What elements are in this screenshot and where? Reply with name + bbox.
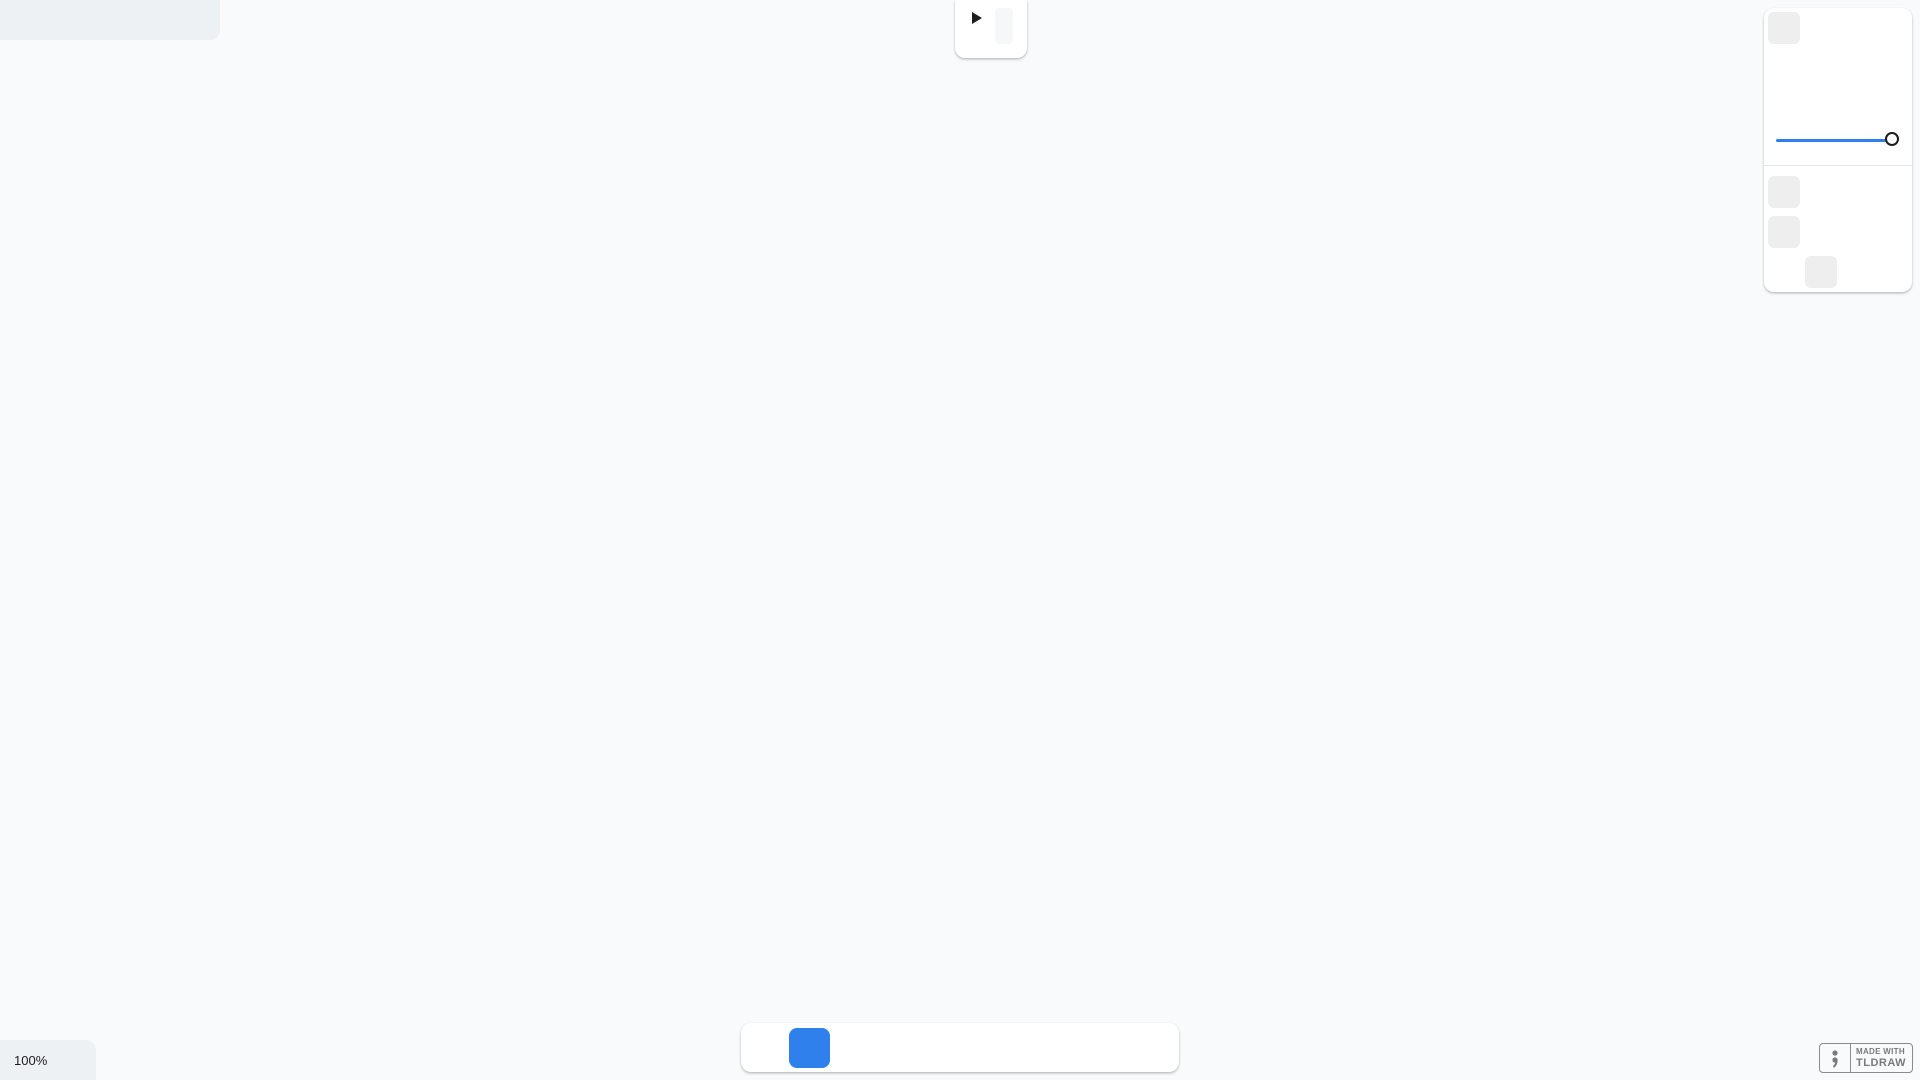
top-toolbar bbox=[955, 0, 1027, 58]
opacity-slider[interactable] bbox=[1776, 132, 1900, 148]
selected-tool-button[interactable] bbox=[789, 1028, 830, 1068]
panel-divider bbox=[1764, 165, 1912, 166]
play-button[interactable] bbox=[965, 6, 989, 30]
style-swatch-c[interactable] bbox=[1805, 256, 1837, 288]
drawing-canvas[interactable] bbox=[0, 0, 1920, 1080]
made-with-tldraw-badge[interactable]: MADE WITH TLDRAW bbox=[1819, 1043, 1913, 1073]
style-panel bbox=[1764, 8, 1912, 292]
toolbar-slot[interactable] bbox=[995, 8, 1013, 44]
play-icon bbox=[972, 12, 982, 24]
tldraw-logo-icon bbox=[1820, 1044, 1851, 1072]
zoom-label: 100% bbox=[14, 1052, 48, 1068]
opacity-slider-thumb[interactable] bbox=[1885, 132, 1899, 146]
badge-text: MADE WITH TLDRAW bbox=[1851, 1044, 1912, 1072]
opacity-slider-track bbox=[1776, 138, 1892, 142]
style-swatch-b[interactable] bbox=[1768, 216, 1800, 248]
badge-line2: TLDRAW bbox=[1856, 1056, 1907, 1069]
style-swatch-a[interactable] bbox=[1768, 176, 1800, 208]
menu-panel[interactable] bbox=[0, 0, 220, 40]
badge-line1: MADE WITH bbox=[1856, 1046, 1905, 1056]
style-swatch-top[interactable] bbox=[1768, 12, 1800, 44]
zoom-button[interactable]: 100% bbox=[0, 1040, 96, 1080]
bottom-toolbar bbox=[741, 1023, 1179, 1072]
